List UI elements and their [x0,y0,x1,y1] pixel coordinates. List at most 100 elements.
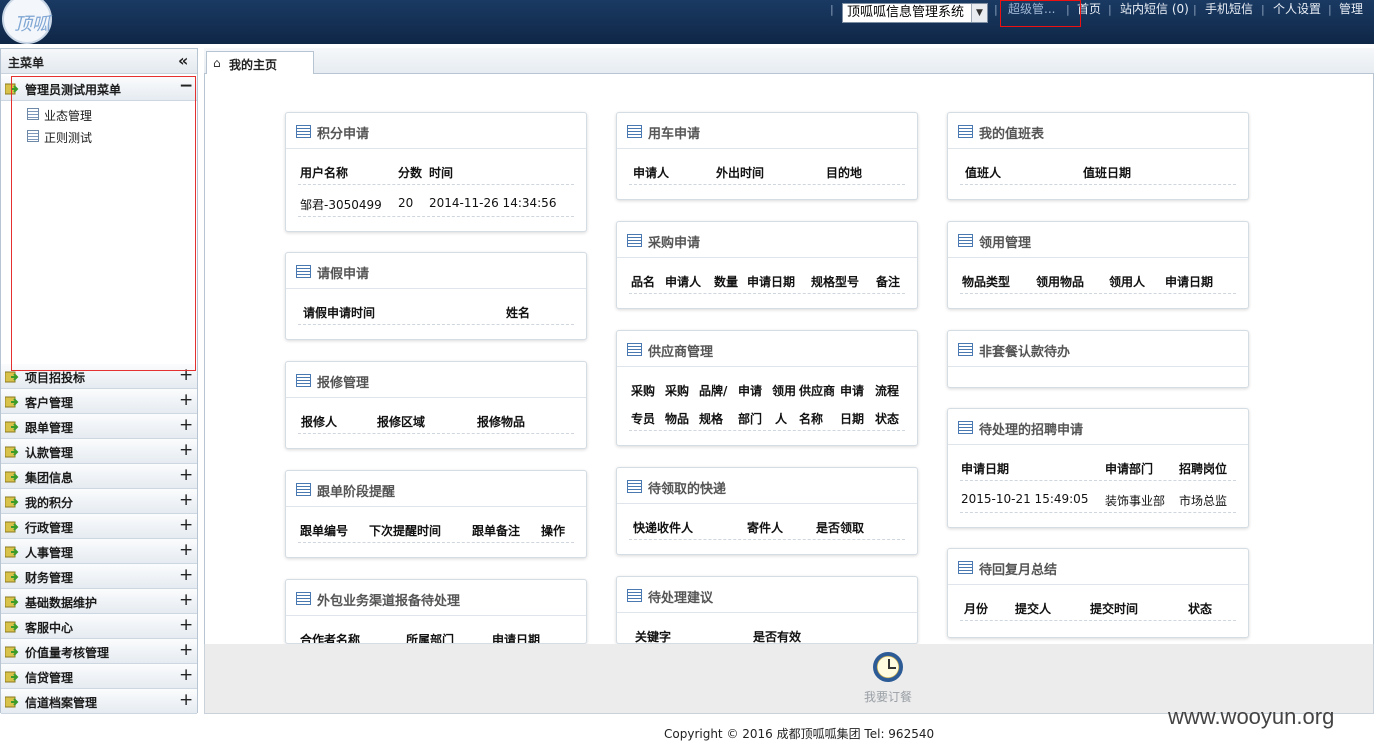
system-select[interactable]: 顶呱呱信息管理系统 ▼ [842,3,988,23]
column-header: 申请人 [665,275,702,289]
panel-pending-express: 待领取的快递 快递收件人 寄件人 是否领取 [616,467,918,555]
folder-arrow-icon [5,696,19,708]
company-logo[interactable]: 顶呱 [2,0,52,44]
sidebar-group[interactable]: 认款管理 + [1,439,197,464]
clock-icon[interactable] [873,652,903,682]
plus-icon[interactable]: + [179,540,193,560]
panel-header: 我的值班表 [948,113,1248,149]
panel-title: 外包业务渠道报备待处理 [317,594,461,609]
list-icon [296,374,311,387]
plus-icon[interactable]: + [179,490,193,510]
panel-title: 报修管理 [317,376,370,391]
panel-outsourcing-pending: 外包业务渠道报备待处理 合作者名称 所属部门 申请日期 [285,579,587,644]
column-header: 名称 [799,412,824,426]
tab-home[interactable]: ⌂ 我的主页 [206,51,314,75]
column-header: 状态 [1188,602,1213,616]
table-header: 申请人 外出时间 目的地 [629,157,905,185]
panel-title: 采购申请 [648,236,701,251]
column-header: 值班日期 [1083,166,1132,180]
list-icon [296,483,311,496]
column-header: 用户名称 [300,166,349,180]
plus-icon[interactable]: + [179,415,193,435]
column-header: 寄件人 [747,521,784,535]
column-header: 规格型号 [811,275,860,289]
folder-arrow-icon [5,471,19,483]
sidebar-group[interactable]: 我的积分 + [1,489,197,514]
sidebar-group[interactable]: 财务管理 + [1,564,197,589]
sidebar-group[interactable]: 行政管理 + [1,514,197,539]
plus-icon[interactable]: + [179,515,193,535]
plus-icon[interactable]: + [179,390,193,410]
table-cell: 邹君-3050499 [300,198,382,212]
sidebar-group[interactable]: 信道档案管理 + [1,689,197,714]
tab-label: 我的主页 [229,58,278,72]
top-header: 顶呱 | 顶呱呱信息管理系统 ▼ | 超级管... | 首页 | 站内短信 (0… [0,0,1374,44]
column-header: 申请日期 [961,462,1010,476]
panel-pending-recruitment: 待处理的招聘申请 申请日期 申请部门 招聘岗位 2015-10-21 15:49… [947,408,1249,528]
panel-header: 非套餐认款待办 [948,331,1248,367]
panel-title: 积分申请 [317,127,370,142]
home-icon: ⌂ [213,56,221,70]
list-icon [627,125,642,138]
column-header: 快递收件人 [633,521,694,535]
panel-title: 请假申请 [317,267,370,282]
panel-title: 待处理的招聘申请 [979,423,1084,438]
column-header: 操作 [541,524,566,538]
column-header: 报修物品 [477,415,526,429]
folder-arrow-icon [5,371,19,383]
plus-icon[interactable]: + [179,565,193,585]
manage-link[interactable]: 管理 [1339,0,1363,17]
sidebar-group[interactable]: 跟单管理 + [1,414,197,439]
plus-icon[interactable]: + [179,440,193,460]
sms-link[interactable]: 手机短信 [1205,0,1253,17]
column-header: 提交时间 [1090,602,1139,616]
plus-icon[interactable]: + [179,615,193,635]
sidebar-group-label: 跟单管理 [25,421,74,435]
chevron-down-icon[interactable]: ▼ [971,4,987,22]
sidebar-group[interactable]: 基础数据维护 + [1,589,197,614]
collapse-icon[interactable]: « [178,51,188,70]
order-meal-label[interactable]: 我要订餐 [864,688,912,705]
sidebar-group-label: 财务管理 [25,571,74,585]
sidebar-group-label: 人事管理 [25,546,74,560]
column-header: 申请日期 [492,633,541,644]
plus-icon[interactable]: + [179,465,193,485]
plus-icon[interactable]: + [179,665,193,685]
table-cell: 市场总监 [1179,494,1228,508]
table-row[interactable]: 邹君-3050499 20 2014-11-26 14:34:56 [298,189,574,217]
sidebar-group[interactable]: 客户管理 + [1,389,197,414]
sidebar-group[interactable]: 价值量考核管理 + [1,639,197,664]
column-header: 报修区域 [377,415,426,429]
internal-message-link[interactable]: 站内短信 (0) [1120,0,1189,17]
sidebar-group-label: 行政管理 [25,521,74,535]
column-header: 请假申请时间 [303,306,376,320]
sidebar-group[interactable]: 客服中心 + [1,614,197,639]
list-icon [958,343,973,356]
folder-arrow-icon [5,621,19,633]
column-header: 申请人 [633,166,670,180]
personal-settings-link[interactable]: 个人设置 [1273,0,1321,17]
column-header: 供应商 [799,384,836,398]
table-header: 快递收件人 寄件人 是否领取 [629,512,905,540]
table-header: 报修人 报修区域 报修物品 [298,406,574,434]
panel-header: 请假申请 [286,253,586,289]
sidebar-group[interactable]: 集团信息 + [1,464,197,489]
table-header: 用户名称 分数 时间 [298,157,574,185]
plus-icon[interactable]: + [179,690,193,710]
list-icon [296,265,311,278]
sidebar-group[interactable]: 信贷管理 + [1,664,197,689]
column-header: 提交人 [1015,602,1052,616]
list-icon [958,561,973,574]
column-header: 下次提醒时间 [369,524,442,538]
table-header: 月份 提交人 提交时间 状态 [960,593,1236,621]
column-header: 日期 [840,412,865,426]
table-row[interactable]: 2015-10-21 15:49:05 装饰事业部 市场总监 [960,485,1236,513]
table-header: 物品类型 领用物品 领用人 申请日期 [960,266,1236,294]
folder-arrow-icon [5,571,19,583]
plus-icon[interactable]: + [179,590,193,610]
sidebar-group-label: 我的积分 [25,496,74,510]
sidebar-group[interactable]: 人事管理 + [1,539,197,564]
plus-icon[interactable]: + [179,640,193,660]
table-header: 采购 采购 品牌/ 申请 领用 供应商 申请 流程 专员 物品 规格 部门 人 … [629,375,905,431]
panel-header: 外包业务渠道报备待处理 [286,580,586,616]
